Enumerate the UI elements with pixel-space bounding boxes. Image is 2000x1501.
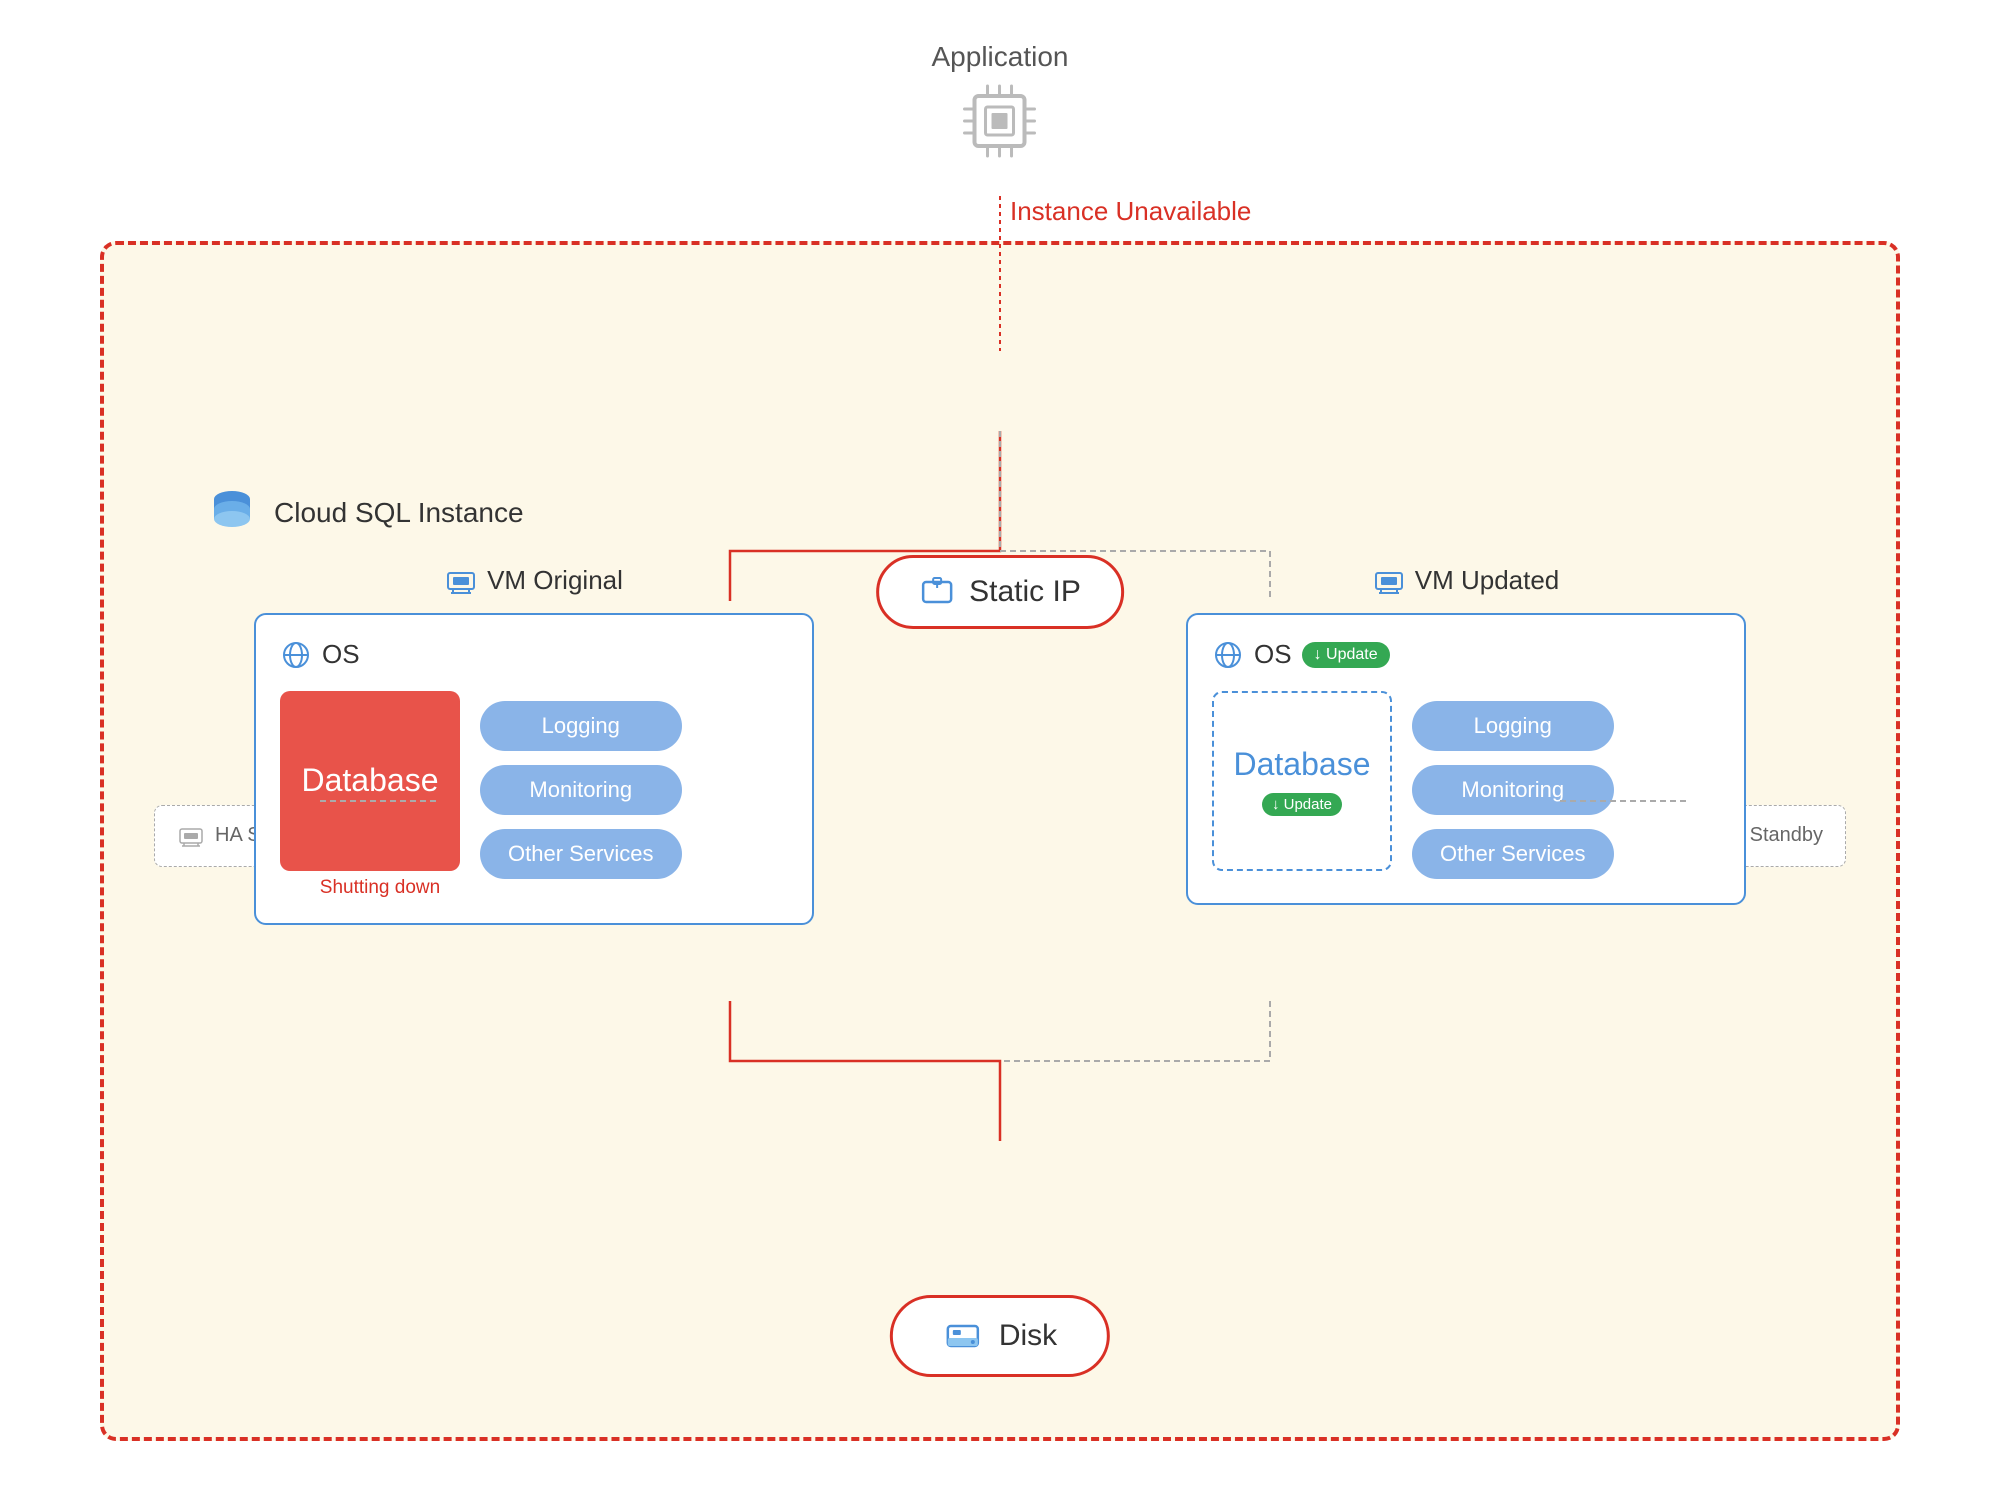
disk-pill: Disk <box>890 1295 1110 1377</box>
os-updated-icon <box>1212 639 1244 671</box>
original-monitoring: Monitoring <box>480 765 682 815</box>
vm-updated-os-label: OS ↓ Update <box>1212 639 1720 671</box>
vm-updated-services: Logging Monitoring Other Services <box>1412 691 1614 879</box>
updated-other-services: Other Services <box>1412 829 1614 879</box>
application-node: Application <box>932 41 1069 161</box>
vm-updated-icon <box>1373 565 1405 597</box>
ha-standby-left-icon <box>177 822 205 850</box>
vm-original-os-label: OS <box>280 639 788 671</box>
original-logging: Logging <box>480 701 682 751</box>
instance-unavailable-label: Instance Unavailable <box>1010 196 1251 227</box>
vm-updated-box: OS ↓ Update Database ↓ Update Logg <box>1186 613 1746 905</box>
os-original-icon <box>280 639 312 671</box>
vm-original-icon <box>445 565 477 597</box>
disk-icon <box>943 1316 983 1356</box>
cloud-sql-text: Cloud SQL Instance <box>274 497 524 529</box>
vm-original-services: Logging Monitoring Other Services <box>480 691 682 879</box>
vm-updated-column: VM Updated OS ↓ Update <box>1186 565 1746 925</box>
vm-original-content: Database Shutting down Logging Monitorin… <box>280 691 788 899</box>
shutting-down-label: Shutting down <box>320 877 440 899</box>
database-original-block: Database <box>280 691 460 871</box>
static-ip-pill: Static IP <box>876 555 1124 629</box>
vm-original-text: VM Original <box>487 565 623 596</box>
os-update-badge: ↓ Update <box>1302 642 1390 668</box>
vm-updated-text: VM Updated <box>1415 565 1560 596</box>
original-other-services: Other Services <box>480 829 682 879</box>
db-update-badge: ↓ Update <box>1262 793 1342 816</box>
static-ip-text: Static IP <box>969 575 1081 609</box>
database-updated-block: Database ↓ Update <box>1212 691 1392 871</box>
disk-text: Disk <box>999 1319 1057 1353</box>
vm-original-box: OS Database Shutting down Logging <box>254 613 814 925</box>
cloud-sql-label: Cloud SQL Instance <box>204 485 524 541</box>
vm-updated-label: VM Updated <box>1373 565 1560 597</box>
vm-original-label: VM Original <box>445 565 623 597</box>
os-updated-text: OS <box>1254 639 1292 670</box>
updated-monitoring: Monitoring <box>1412 765 1614 815</box>
os-original-text: OS <box>322 639 360 670</box>
vm-updated-content: Database ↓ Update Logging Monitoring <box>1212 691 1720 879</box>
static-ip-icon <box>919 574 955 610</box>
cloud-sql-icon <box>204 485 260 541</box>
application-label: Application <box>932 41 1069 73</box>
vm-original-column: VM Original OS Databas <box>254 565 814 925</box>
updated-logging: Logging <box>1412 701 1614 751</box>
cloud-sql-container: Cloud SQL Instance Static IP HA Standby <box>100 241 1900 1441</box>
chip-icon <box>960 81 1040 161</box>
